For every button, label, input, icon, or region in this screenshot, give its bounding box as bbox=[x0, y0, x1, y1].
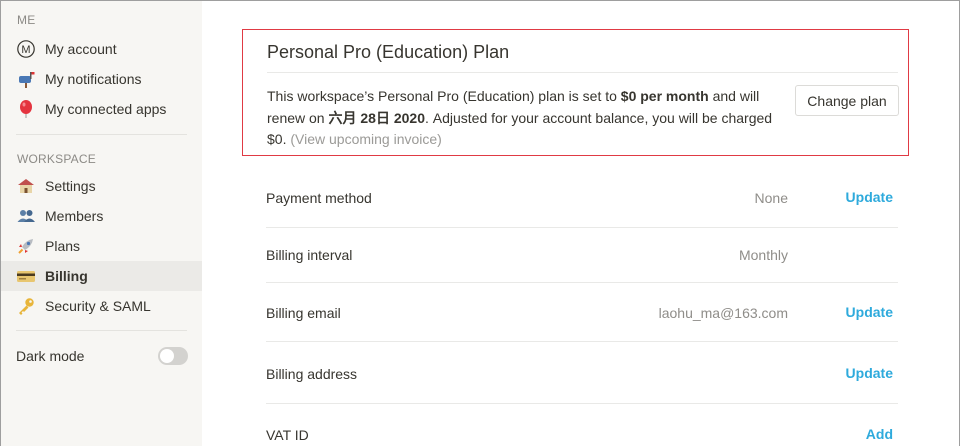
plan-divider bbox=[267, 72, 898, 73]
mailbox-icon bbox=[16, 69, 36, 89]
row-value: laohu_ma@163.com bbox=[658, 305, 788, 321]
sidebar-item-label: My account bbox=[45, 41, 117, 57]
sidebar-item-my-account[interactable]: M My account bbox=[1, 34, 202, 64]
row-label: Payment method bbox=[266, 190, 372, 206]
app-window: ME M My account My notifications My conn… bbox=[0, 0, 960, 446]
update-payment-method-link[interactable]: Update bbox=[846, 189, 893, 205]
sidebar-item-members[interactable]: Members bbox=[1, 201, 202, 231]
row-label: Billing email bbox=[266, 305, 341, 321]
row-value: Monthly bbox=[738, 247, 788, 263]
change-plan-button[interactable]: Change plan bbox=[795, 85, 899, 116]
billing-row-payment-method: Payment method None Update bbox=[266, 171, 898, 227]
row-separator bbox=[266, 282, 898, 283]
plan-renew-date: 六月 28日 2020 bbox=[328, 109, 425, 126]
row-separator bbox=[266, 341, 898, 342]
sidebar-item-label: My notifications bbox=[45, 71, 142, 87]
update-billing-email-link[interactable]: Update bbox=[846, 304, 893, 320]
update-billing-address-link[interactable]: Update bbox=[846, 365, 893, 381]
key-icon bbox=[16, 296, 36, 316]
row-separator bbox=[266, 403, 898, 404]
plan-title: Personal Pro (Education) Plan bbox=[267, 42, 510, 62]
sidebar-item-label: My connected apps bbox=[45, 101, 167, 117]
sidebar-item-label: Settings bbox=[45, 178, 96, 194]
billing-row-vat-id: VAT ID Add bbox=[266, 407, 898, 446]
section-label-me: ME bbox=[17, 13, 36, 27]
credit-card-icon bbox=[16, 266, 36, 286]
plan-summary-box: Personal Pro (Education) Plan This works… bbox=[242, 29, 909, 156]
rocket-icon bbox=[16, 236, 36, 256]
sidebar-item-label: Members bbox=[45, 208, 104, 224]
section-label-workspace: WORKSPACE bbox=[17, 152, 96, 166]
sidebar-item-label: Billing bbox=[45, 268, 88, 284]
row-label: Billing interval bbox=[266, 247, 353, 263]
sidebar-item-settings[interactable]: Settings bbox=[1, 171, 202, 201]
account-circle-icon: M bbox=[16, 39, 36, 59]
svg-text:M: M bbox=[21, 44, 30, 56]
sidebar-item-security-saml[interactable]: Security & SAML bbox=[1, 291, 202, 321]
plan-desc-text: This workspace’s Personal Pro (Education… bbox=[267, 88, 621, 104]
billing-row-billing-interval: Billing interval Monthly bbox=[266, 228, 898, 284]
dark-mode-toggle[interactable] bbox=[158, 347, 188, 365]
toggle-knob bbox=[160, 349, 174, 363]
row-label: Billing address bbox=[266, 366, 358, 382]
dark-mode-label: Dark mode bbox=[16, 348, 85, 364]
add-vat-id-link[interactable]: Add bbox=[866, 426, 893, 442]
sidebar-divider bbox=[16, 330, 187, 331]
billing-row-billing-email: Billing email laohu_ma@163.com Update bbox=[266, 285, 898, 341]
sidebar-item-label: Security & SAML bbox=[45, 298, 151, 314]
sidebar-item-my-notifications[interactable]: My notifications bbox=[1, 64, 202, 94]
row-value: None bbox=[754, 190, 788, 206]
sidebar: ME M My account My notifications My conn… bbox=[1, 1, 202, 446]
sidebar-item-my-connected-apps[interactable]: My connected apps bbox=[1, 94, 202, 124]
plan-description: This workspace’s Personal Pro (Education… bbox=[267, 86, 787, 151]
view-upcoming-invoice-link[interactable]: (View upcoming invoice) bbox=[290, 131, 441, 147]
plan-price: $0 per month bbox=[620, 88, 709, 104]
sidebar-item-billing[interactable]: Billing bbox=[1, 261, 202, 291]
sidebar-item-plans[interactable]: Plans bbox=[1, 231, 202, 261]
house-icon bbox=[16, 176, 36, 196]
sidebar-item-label: Plans bbox=[45, 238, 81, 254]
people-icon bbox=[16, 206, 36, 226]
row-label: VAT ID bbox=[266, 427, 309, 443]
sidebar-divider bbox=[16, 134, 187, 135]
balloon-icon bbox=[16, 99, 36, 119]
billing-row-billing-address: Billing address Update bbox=[266, 346, 898, 402]
dark-mode-row: Dark mode bbox=[16, 341, 188, 371]
